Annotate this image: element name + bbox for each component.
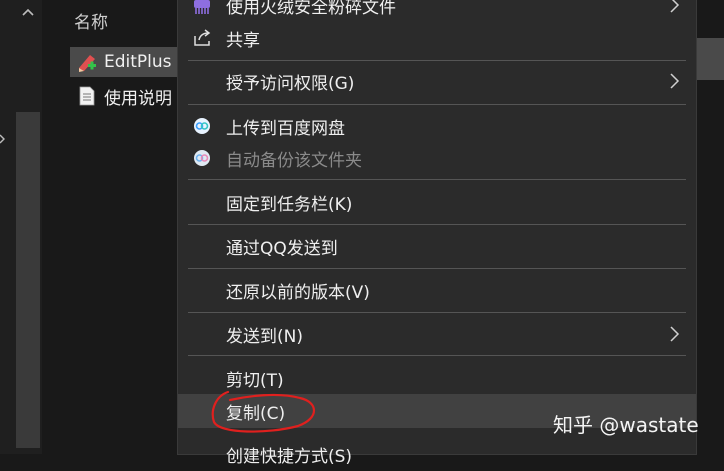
menu-item-label: 通过QQ发送到 — [226, 238, 338, 259]
share-icon — [194, 29, 211, 46]
menu-item-label: 发送到(N) — [226, 326, 303, 347]
baidu-netdisk-icon — [194, 118, 210, 134]
menu-item-label: 共享 — [226, 30, 260, 51]
menu-item-create-shortcut[interactable]: 创建快捷方式(S) — [178, 437, 696, 471]
menu-separator — [188, 60, 686, 61]
menu-item-upload-baidu[interactable]: 上传到百度网盘 — [178, 109, 696, 143]
menu-item-shred[interactable]: 使用火绒安全粉碎文件 — [178, 0, 696, 22]
context-menu: 使用火绒安全粉碎文件 共享 授予访问权限(G) 上传到百度网盘 自动备份该文件夹… — [178, 0, 696, 467]
menu-separator — [188, 224, 686, 225]
menu-separator — [188, 355, 686, 356]
menu-item-auto-backup: 自动备份该文件夹 — [178, 141, 696, 175]
menu-item-label: 使用火绒安全粉碎文件 — [226, 0, 396, 18]
chevron-right-icon — [670, 326, 680, 342]
huorong-shredder-icon — [194, 0, 210, 14]
chevron-right-icon[interactable] — [0, 134, 6, 144]
menu-item-pin-taskbar[interactable]: 固定到任务栏(K) — [178, 185, 696, 219]
menu-item-label: 复制(C) — [226, 403, 286, 424]
menu-separator — [188, 104, 686, 105]
navigation-scrollbar[interactable] — [16, 112, 40, 448]
menu-item-share[interactable]: 共享 — [178, 21, 696, 55]
text-file-icon — [79, 86, 95, 106]
watermark: 知乎 @wastate — [553, 413, 699, 437]
chevron-right-icon — [670, 73, 680, 89]
menu-separator — [188, 268, 686, 269]
editplus-icon — [79, 55, 96, 72]
menu-item-send-qq[interactable]: 通过QQ发送到 — [178, 229, 696, 263]
column-header-name[interactable]: 名称 — [74, 8, 108, 33]
menu-item-label: 创建快捷方式(S) — [226, 446, 353, 467]
menu-item-send-to[interactable]: 发送到(N) — [178, 317, 696, 351]
navigation-pane — [0, 0, 42, 454]
chevron-right-icon — [670, 0, 680, 13]
file-name: 使用说明 — [104, 88, 172, 109]
menu-item-grant-access[interactable]: 授予访问权限(G) — [178, 64, 696, 98]
menu-item-cut[interactable]: 剪切(T) — [178, 361, 696, 395]
menu-item-label: 剪切(T) — [226, 370, 284, 391]
vertical-scrollbar[interactable] — [697, 38, 724, 80]
menu-item-label: 授予访问权限(G) — [226, 73, 355, 94]
menu-item-restore[interactable]: 还原以前的版本(V) — [178, 273, 696, 307]
chevron-up-icon[interactable] — [20, 4, 36, 20]
menu-separator — [188, 179, 686, 180]
menu-separator — [188, 312, 686, 313]
baidu-netdisk-icon — [194, 150, 210, 166]
menu-item-label: 上传到百度网盘 — [226, 118, 345, 139]
file-name: EditPlus — [104, 52, 172, 72]
menu-item-label: 固定到任务栏(K) — [226, 194, 353, 215]
menu-item-label: 自动备份该文件夹 — [226, 150, 362, 171]
menu-item-label: 还原以前的版本(V) — [226, 282, 370, 303]
